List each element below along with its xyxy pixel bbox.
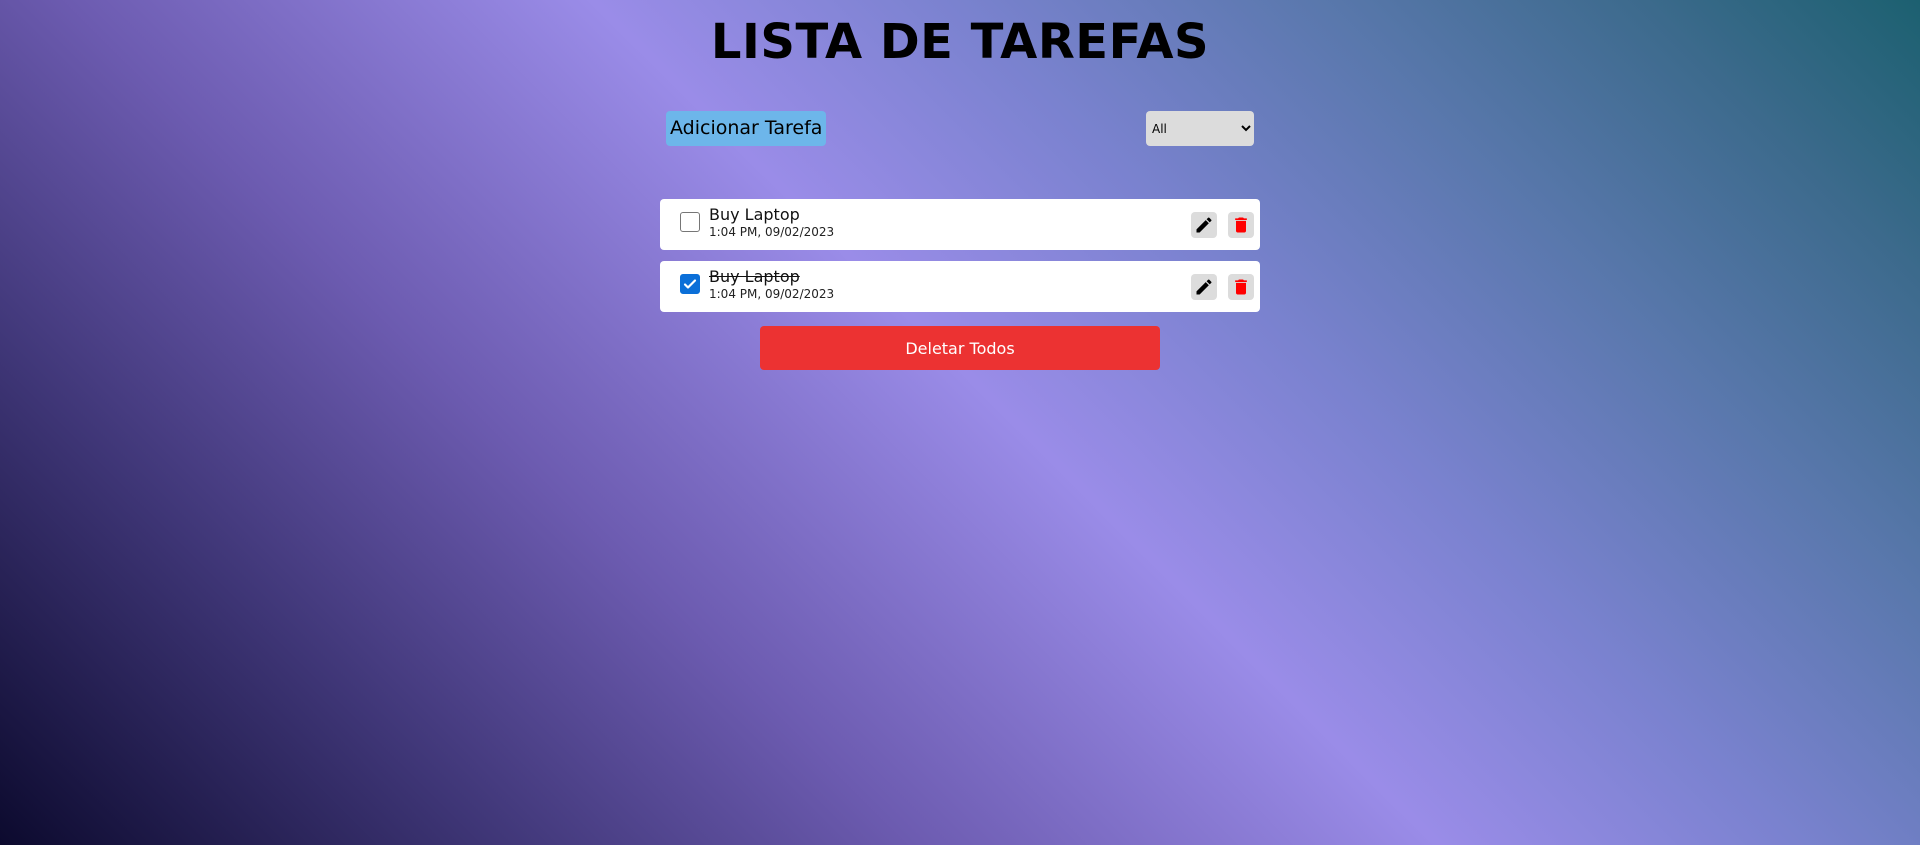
- todo-item: Buy Laptop 1:04 PM, 09/02/2023: [660, 199, 1260, 250]
- todo-time: 1:04 PM, 09/02/2023: [709, 287, 835, 301]
- todo-checkbox[interactable]: [680, 212, 700, 232]
- edit-button[interactable]: [1191, 212, 1217, 238]
- todo-title: Buy Laptop: [709, 205, 800, 224]
- delete-button[interactable]: [1228, 274, 1254, 300]
- trash-icon: [1235, 279, 1247, 295]
- todo-text: Buy Laptop 1:04 PM, 09/02/2023: [709, 206, 834, 240]
- page-title: LISTA DE TAREFAS: [710, 14, 1210, 70]
- todo-list: Buy Laptop 1:04 PM, 09/02/2023 Buy Lapto…: [660, 199, 1260, 323]
- delete-all-button[interactable]: Deletar Todos: [760, 326, 1160, 370]
- edit-button[interactable]: [1191, 274, 1217, 300]
- pencil-icon: [1196, 279, 1212, 295]
- todo-text: Buy Laptop 1:04 PM, 09/02/2023: [709, 268, 834, 302]
- pencil-icon: [1196, 217, 1212, 233]
- todo-checkbox[interactable]: [680, 274, 700, 294]
- todo-item: Buy Laptop 1:04 PM, 09/02/2023: [660, 261, 1260, 312]
- add-task-button[interactable]: Adicionar Tarefa: [666, 111, 827, 146]
- checkmark-icon: [683, 279, 697, 289]
- todo-title: Buy Laptop: [709, 267, 800, 286]
- trash-icon: [1235, 217, 1247, 233]
- filter-select[interactable]: All: [1146, 111, 1254, 146]
- delete-button[interactable]: [1228, 212, 1254, 238]
- todo-time: 1:04 PM, 09/02/2023: [709, 225, 835, 239]
